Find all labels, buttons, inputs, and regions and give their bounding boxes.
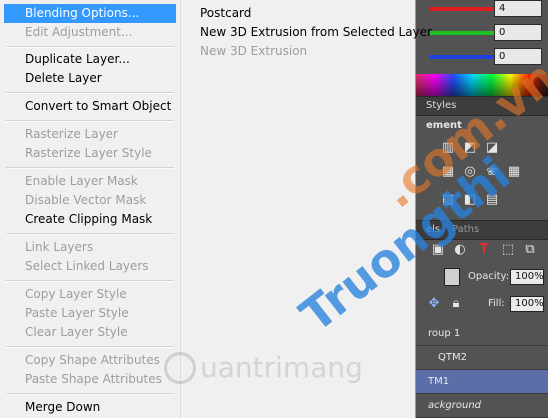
opacity-field[interactable]: 100% [510,269,544,285]
menu-item-postcard[interactable]: Postcard [196,4,251,23]
menu-separator [6,167,174,169]
filter-type-icon[interactable]: T [476,242,492,258]
filter-smart-object-icon[interactable]: ⧉ [522,242,538,258]
menu-item-enable-layer-mask: Enable Layer Mask [25,174,138,188]
layer-row-group[interactable]: roup 1 [416,322,548,346]
menu-item-convert-smart-object[interactable]: Convert to Smart Object [4,97,176,116]
fill-label: Fill: [488,298,505,309]
menu-item-paste-shape-attributes: Paste Shape Attributes [25,372,162,386]
color-slider-green[interactable]: 0 [416,24,548,42]
filter-adjustment-icon[interactable]: ◐ [452,242,468,258]
menu-separator [6,92,174,94]
menu-item-duplicate-layer[interactable]: Duplicate Layer... [4,50,176,69]
menu-separator [6,393,174,395]
red-slider-track[interactable] [430,7,500,11]
menu-item-create-clipping-mask[interactable]: Create Clipping Mask [4,210,176,229]
blend-mode-dropdown[interactable] [444,268,460,286]
menu-item-disable-vector-mask: Disable Vector Mask [25,193,147,207]
menu-separator [6,346,174,348]
watermark-brand: uantrimang [200,351,363,384]
menu-separator [6,280,174,282]
menu-separator [6,120,174,122]
red-value-field[interactable]: 4 [494,0,542,17]
menu-item-merge-down[interactable]: Merge Down [4,398,176,417]
blue-slider-track[interactable] [430,55,500,59]
menu-item-blending-options[interactable]: Blending Options... [4,4,176,23]
menu-item-delete-layer[interactable]: Delete Layer [4,69,176,88]
menu-item-copy-shape-attributes: Copy Shape Attributes [25,353,160,367]
menu-item-new-3d-extrusion-selected[interactable]: New 3D Extrusion from Selected Layer [196,23,432,42]
layer-row-qtm2[interactable]: QTM2 [416,346,548,370]
green-slider-track[interactable] [430,31,500,35]
layer-row-qtm1[interactable]: TM1 [416,370,548,394]
lock-all-icon[interactable]: 🔒︎ [448,296,464,312]
tab-styles[interactable]: Styles [426,100,456,111]
menu-item-link-layers: Link Layers [25,240,94,254]
menu-separator [6,46,174,48]
green-value-field[interactable]: 0 [494,24,542,41]
menu-item-copy-layer-style: Copy Layer Style [25,287,127,301]
layer-row-background[interactable]: ackground [416,394,548,418]
menu-item-new-3d-extrusion: New 3D Extrusion [200,44,308,58]
color-slider-red[interactable]: 4 [416,0,548,18]
watermark-logo-icon [164,352,196,384]
lock-position-icon[interactable]: ✥ [426,296,442,312]
menu-separator [6,233,174,235]
filter-shape-icon[interactable]: ⬚ [500,242,516,258]
menu-item-rasterize-layer: Rasterize Layer [25,127,118,141]
menu-item-rasterize-layer-style: Rasterize Layer Style [25,146,152,160]
menu-item-edit-adjustment: Edit Adjustment... [25,25,133,39]
opacity-label: Opacity: [468,271,510,282]
menu-item-clear-layer-style: Clear Layer Style [25,325,128,339]
menu-item-select-linked-layers: Select Linked Layers [25,259,149,273]
menu-item-paste-layer-style: Paste Layer Style [25,306,129,320]
fill-field[interactable]: 100% [510,296,544,312]
